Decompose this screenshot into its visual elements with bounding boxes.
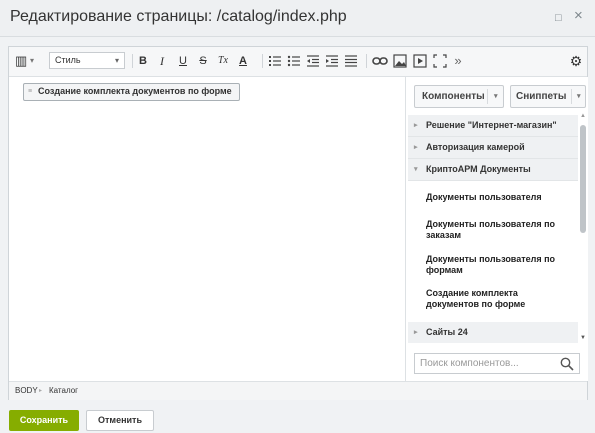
- tab-snippets-label: Сниппеты: [516, 91, 567, 102]
- drag-handle-icon[interactable]: ≡: [28, 84, 32, 99]
- component-item[interactable]: Создание комплекта документов по форме: [426, 288, 551, 310]
- dialog-title: Редактирование страницы: /catalog/index.…: [10, 8, 347, 25]
- bulleted-list-icon[interactable]: [287, 53, 301, 69]
- chevron-right-icon: ▸: [414, 329, 418, 336]
- editor-content-area[interactable]: ≡ Создание комплекта документов по форме: [9, 77, 401, 377]
- tree-section-sites24[interactable]: ▸ Сайты 24: [408, 322, 578, 343]
- fullscreen-icon[interactable]: [433, 53, 447, 69]
- numbered-list-icon[interactable]: [268, 53, 282, 69]
- chevron-down-icon: ▾: [114, 56, 119, 65]
- cancel-button[interactable]: Отменить: [86, 410, 154, 431]
- component-search[interactable]: [414, 353, 580, 374]
- toolbar-divider: [366, 54, 367, 68]
- components-panel: Компоненты ▾ Сниппеты ▾ ▸ Решение "Интер…: [405, 77, 588, 381]
- underline-button[interactable]: U: [176, 53, 190, 69]
- editor-statusbar: BODY ▸ Каталог: [9, 381, 587, 400]
- component-item[interactable]: Документы пользователя: [426, 192, 576, 203]
- component-item[interactable]: Документы пользователя по заказам: [426, 219, 576, 241]
- tree-section-label: Авторизация камерой: [426, 142, 525, 152]
- chevron-down-icon[interactable]: ▾: [577, 86, 581, 107]
- dialog-header: Редактирование страницы: /catalog/index.…: [0, 0, 595, 37]
- component-search-input[interactable]: [415, 354, 560, 373]
- style-select-value: Стиль: [55, 55, 81, 65]
- close-icon[interactable]: ×: [574, 8, 583, 24]
- chevron-right-icon: ▸: [39, 388, 43, 394]
- save-button[interactable]: Сохранить: [9, 410, 79, 431]
- tab-components[interactable]: Компоненты ▾: [414, 85, 504, 108]
- html-editor: ▥ ▾ Стиль ▾ B I U S Tx A » ⚙ ≡ Создание …: [8, 46, 588, 400]
- chevron-down-icon[interactable]: ▾: [494, 86, 498, 107]
- maximize-icon[interactable]: □: [555, 10, 562, 26]
- tab-snippets[interactable]: Сниппеты ▾: [510, 85, 586, 108]
- breadcrumb-item[interactable]: BODY: [15, 382, 38, 400]
- strikethrough-button[interactable]: S: [196, 53, 210, 69]
- remove-format-button[interactable]: Tx: [215, 53, 231, 69]
- toolbar-divider: [262, 54, 263, 68]
- text-color-button[interactable]: A: [236, 53, 250, 69]
- editor-toolbar: ▥ ▾ Стиль ▾ B I U S Tx A » ⚙: [9, 47, 587, 77]
- gear-icon[interactable]: ⚙: [569, 53, 583, 69]
- bold-button[interactable]: B: [136, 53, 150, 69]
- more-tools-icon[interactable]: »: [452, 53, 464, 69]
- component-placeholder-label: Создание комплекта документов по форме: [38, 86, 232, 96]
- tree-section-label: КриптоАРМ Документы: [426, 164, 531, 174]
- view-mode-icon[interactable]: ▥: [15, 53, 27, 69]
- components-tree: ▸ Решение "Интернет-магазин" ▸ Авторизац…: [406, 115, 578, 343]
- component-placeholder[interactable]: ≡ Создание комплекта документов по форме: [23, 83, 240, 101]
- tree-section-label: Сайты 24: [426, 327, 468, 337]
- component-item[interactable]: Документы пользователя по формам: [426, 254, 576, 276]
- scrollbar-thumb[interactable]: [580, 125, 586, 233]
- chevron-right-icon: ▸: [414, 144, 418, 151]
- tab-components-label: Компоненты: [422, 91, 485, 102]
- toolbar-divider: [132, 54, 133, 68]
- tree-section-cryptoarm[interactable]: ▾ КриптоАРМ Документы: [408, 159, 578, 181]
- media-icon[interactable]: [413, 53, 427, 69]
- tree-section-label: Решение "Интернет-магазин": [426, 120, 557, 130]
- chevron-right-icon: ▸: [414, 122, 418, 129]
- indent-icon[interactable]: [325, 53, 339, 69]
- image-icon[interactable]: [393, 53, 407, 69]
- outdent-icon[interactable]: [306, 53, 320, 69]
- italic-button[interactable]: I: [155, 53, 169, 69]
- search-icon[interactable]: [560, 357, 574, 371]
- align-icon[interactable]: [344, 53, 358, 69]
- scroll-down-icon[interactable]: ▼: [580, 335, 586, 341]
- scroll-up-icon[interactable]: ▲: [580, 113, 586, 119]
- breadcrumb-item[interactable]: Каталог: [49, 382, 78, 400]
- tab-divider: [571, 89, 572, 104]
- tab-divider: [487, 89, 488, 104]
- link-icon[interactable]: [372, 53, 388, 69]
- tree-section-internet-shop[interactable]: ▸ Решение "Интернет-магазин": [408, 115, 578, 137]
- view-mode-dropdown-icon[interactable]: ▾: [28, 53, 36, 69]
- panel-scrollbar[interactable]: ▲ ▼: [580, 113, 586, 345]
- style-select[interactable]: Стиль ▾: [49, 52, 125, 69]
- chevron-down-icon: ▾: [414, 166, 418, 173]
- tree-section-camera-auth[interactable]: ▸ Авторизация камерой: [408, 137, 578, 159]
